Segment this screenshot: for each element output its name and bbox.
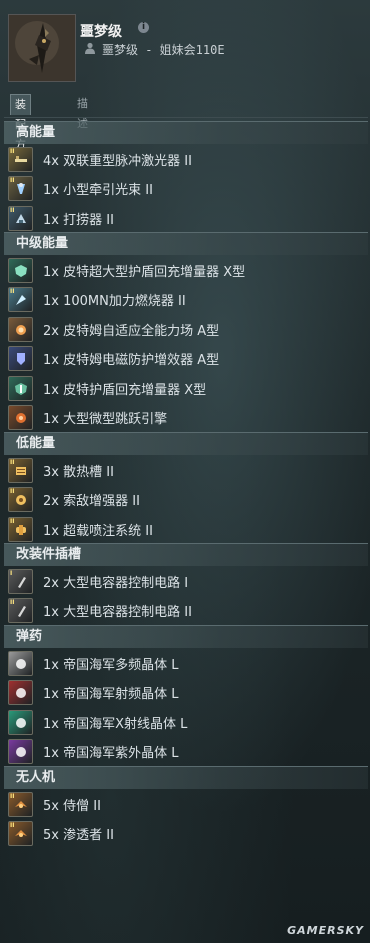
tech-tier-badge: II — [10, 488, 15, 496]
watermark-logo: GAMERSKY — [287, 924, 364, 937]
module-row[interactable]: II 1x 100MN加力燃烧器 II — [4, 284, 368, 313]
module-label: 1x 小型牵引光束 II — [43, 183, 153, 199]
tech-tier-badge: II — [10, 177, 15, 185]
module-row[interactable]: II 4x 双联重型脉冲激光器 II — [4, 144, 368, 173]
module-label: 1x 打捞器 II — [43, 212, 114, 228]
section-header[interactable]: 弹药 — [4, 625, 368, 648]
crystal-icon — [8, 651, 33, 676]
module-row[interactable]: 1x 帝国海军X射线晶体 L — [4, 707, 368, 736]
module-row[interactable]: II 1x 打捞器 II — [4, 203, 368, 232]
section-0: 高能量 II 4x 双联重型脉冲激光器 II II 1x 小型牵引光束 II II 1x 打… — [4, 121, 368, 232]
ship-thumbnail[interactable] — [8, 14, 76, 82]
adaptive-field-icon — [8, 316, 33, 342]
info-icon[interactable]: i — [138, 22, 149, 33]
module-label: 5x 渗透者 II — [43, 828, 114, 844]
crystal-icon — [8, 680, 33, 706]
tech-tier-badge: II — [10, 517, 15, 525]
module-label: 1x 皮特超大型护盾回充增量器 X型 — [43, 265, 246, 280]
tractor-beam-icon: II — [8, 176, 33, 202]
section-header[interactable]: 改装件插槽 — [4, 543, 368, 566]
tech-tier-badge: II — [10, 793, 15, 800]
capacitor-rig-icon: I — [8, 569, 33, 594]
fitting-owner-label: 噩梦级 - 姐妹会110E — [102, 43, 225, 57]
tech-tier-badge: I — [10, 570, 13, 577]
tab-fitting[interactable]: 装配方案 — [10, 94, 31, 171]
module-row[interactable]: 1x 皮特护盾回充增量器 X型 — [4, 373, 368, 402]
module-row[interactable]: 1x 大型微型跳跃引擎 — [4, 402, 368, 431]
section-5: 无人机 II 5x 侍僧 II II 5x 渗透者 II — [4, 766, 368, 848]
tech-tier-badge: II — [10, 148, 15, 155]
module-label: 1x 帝国海军紫外晶体 L — [43, 746, 179, 762]
ship-silhouette-icon — [9, 15, 75, 81]
module-row[interactable]: I 2x 大型电容器控制电路 I — [4, 566, 368, 595]
section-header[interactable]: 低能量 — [4, 432, 368, 455]
module-row[interactable]: 1x 帝国海军多频晶体 L — [4, 648, 368, 677]
module-label: 1x 超载喷注系统 II — [43, 523, 153, 539]
afterburner-icon: II — [8, 287, 33, 313]
section-2: 低能量 II 3x 散热槽 II II 2x 索敌增强器 II II 1x 超载喷注系统 I… — [4, 432, 368, 543]
section-4: 弹药 1x 帝国海军多频晶体 L 1x 帝国海军射频晶体 L 1x 帝国海军X射线晶体… — [4, 625, 368, 766]
module-label: 2x 大型电容器控制电路 I — [43, 576, 189, 591]
signal-amplifier-icon: II — [8, 487, 33, 513]
em-amplifier-icon — [8, 346, 33, 372]
module-label: 1x 帝国海军射频晶体 L — [43, 687, 179, 703]
tab-description[interactable]: 描述 — [73, 94, 92, 130]
section-3: 改装件插槽 I 2x 大型电容器控制电路 I II 1x 大型电容器控制电路 II — [4, 543, 368, 625]
heat-sink-icon: II — [8, 458, 33, 483]
module-row[interactable]: II 5x 侍僧 II — [4, 789, 368, 818]
module-row[interactable]: II 1x 超载喷注系统 II — [4, 514, 368, 543]
laser-icon: II — [8, 147, 33, 172]
module-label: 1x 100MN加力燃烧器 II — [43, 294, 186, 310]
pilot-icon — [85, 42, 95, 54]
module-row[interactable]: 1x 帝国海军紫外晶体 L — [4, 736, 368, 765]
crystal-icon — [8, 739, 33, 765]
module-label: 2x 皮特姆自适应全能力场 A型 — [43, 323, 220, 339]
shield-extender-icon — [8, 258, 33, 283]
capacitor-rig-icon: II — [8, 598, 33, 624]
module-label: 1x 皮特姆电磁防护增效器 A型 — [43, 353, 220, 369]
module-row[interactable]: 1x 皮特超大型护盾回充增量器 X型 — [4, 255, 368, 284]
tech-tier-badge: II — [10, 288, 15, 296]
overdrive-icon: II — [8, 516, 33, 542]
module-label: 1x 帝国海军X射线晶体 L — [43, 716, 188, 732]
module-row[interactable]: 2x 皮特姆自适应全能力场 A型 — [4, 314, 368, 343]
tech-tier-badge: II — [10, 822, 15, 830]
fitting-header: 噩梦级 i 噩梦级 - 姐妹会110E — [0, 0, 370, 90]
drone-icon: II — [8, 792, 33, 817]
section-1: 中级能量 1x 皮特超大型护盾回充增量器 X型 II 1x 100MN加力燃烧器 II… — [4, 232, 368, 431]
module-row[interactable]: II 1x 大型电容器控制电路 II — [4, 595, 368, 624]
module-label: 1x 帝国海军多频晶体 L — [43, 658, 179, 673]
module-label: 5x 侍僧 II — [43, 799, 101, 814]
tab-divider — [4, 117, 368, 118]
module-label: 4x 双联重型脉冲激光器 II — [43, 154, 192, 169]
module-row[interactable]: II 5x 渗透者 II — [4, 818, 368, 847]
module-label: 1x 大型电容器控制电路 II — [43, 605, 192, 621]
section-header[interactable]: 无人机 — [4, 766, 368, 789]
salvager-icon: II — [8, 205, 33, 231]
drone-icon: II — [8, 821, 33, 847]
module-label: 1x 大型微型跳跃引擎 — [43, 411, 168, 427]
module-label: 1x 皮特护盾回充增量器 X型 — [43, 382, 207, 398]
micro-jump-drive-icon — [8, 404, 33, 430]
section-header[interactable]: 高能量 — [4, 121, 368, 144]
module-row[interactable]: II 2x 索敌增强器 II — [4, 484, 368, 513]
module-row[interactable]: 1x 帝国海军射频晶体 L — [4, 677, 368, 706]
module-row[interactable]: 1x 皮特姆电磁防护增效器 A型 — [4, 343, 368, 372]
crystal-icon — [8, 709, 33, 735]
tech-tier-badge: II — [10, 206, 15, 214]
module-label: 3x 散热槽 II — [43, 465, 114, 480]
ship-name: 噩梦级 — [80, 24, 122, 40]
module-row[interactable]: II 1x 小型牵引光束 II — [4, 173, 368, 202]
shield-recharger-icon — [8, 375, 33, 401]
module-label: 2x 索敌增强器 II — [43, 494, 140, 510]
section-header[interactable]: 中级能量 — [4, 232, 368, 255]
module-row[interactable]: II 3x 散热槽 II — [4, 455, 368, 484]
tech-tier-badge: II — [10, 459, 15, 466]
tech-tier-badge: II — [10, 599, 15, 607]
